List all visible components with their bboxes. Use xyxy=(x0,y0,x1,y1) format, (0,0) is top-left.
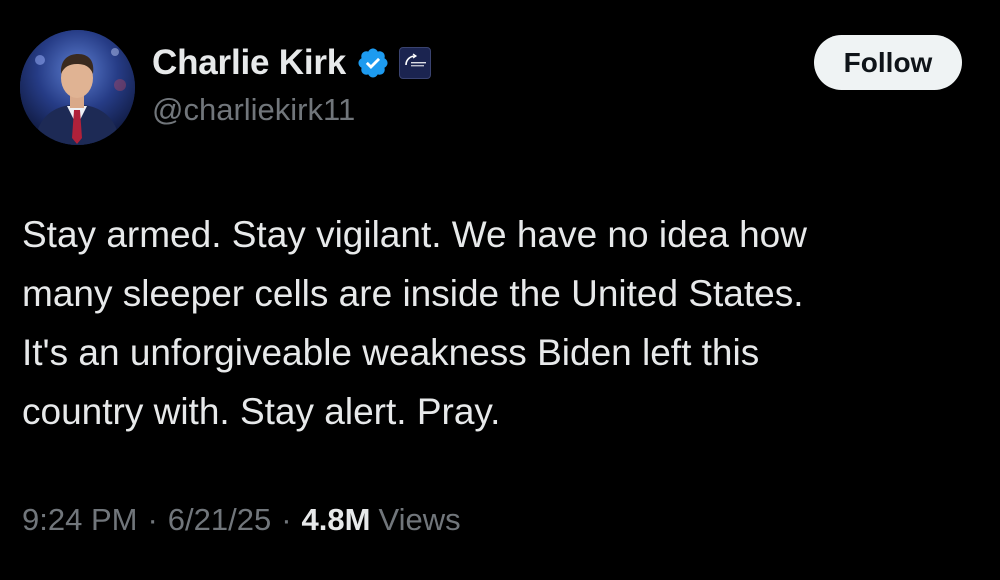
affiliate-badge-icon[interactable] xyxy=(399,47,432,79)
author-name-row: Charlie Kirk xyxy=(152,40,432,86)
follow-button[interactable]: Follow xyxy=(814,35,962,90)
views-count[interactable]: 4.8M xyxy=(302,502,371,538)
tweet-card: Charlie Kirk @charliekirk11 Follow Stay … xyxy=(0,0,1000,580)
meta-separator: · xyxy=(281,502,292,537)
author-display-name[interactable]: Charlie Kirk xyxy=(152,43,346,83)
verified-checkmark-icon[interactable] xyxy=(356,46,390,80)
tweet-metadata: 9:24 PM · 6/21/25 · 4.8M Views xyxy=(22,498,461,542)
avatar-photo xyxy=(20,30,135,145)
author-handle[interactable]: @charliekirk11 xyxy=(152,92,355,128)
tweet-text: Stay armed. Stay vigilant. We have no id… xyxy=(22,214,807,432)
tweet-date[interactable]: 6/21/25 xyxy=(168,502,271,538)
author-avatar[interactable] xyxy=(20,30,135,145)
meta-separator: · xyxy=(147,502,158,537)
tweet-time[interactable]: 9:24 PM xyxy=(22,502,137,538)
views-label: Views xyxy=(378,502,461,537)
